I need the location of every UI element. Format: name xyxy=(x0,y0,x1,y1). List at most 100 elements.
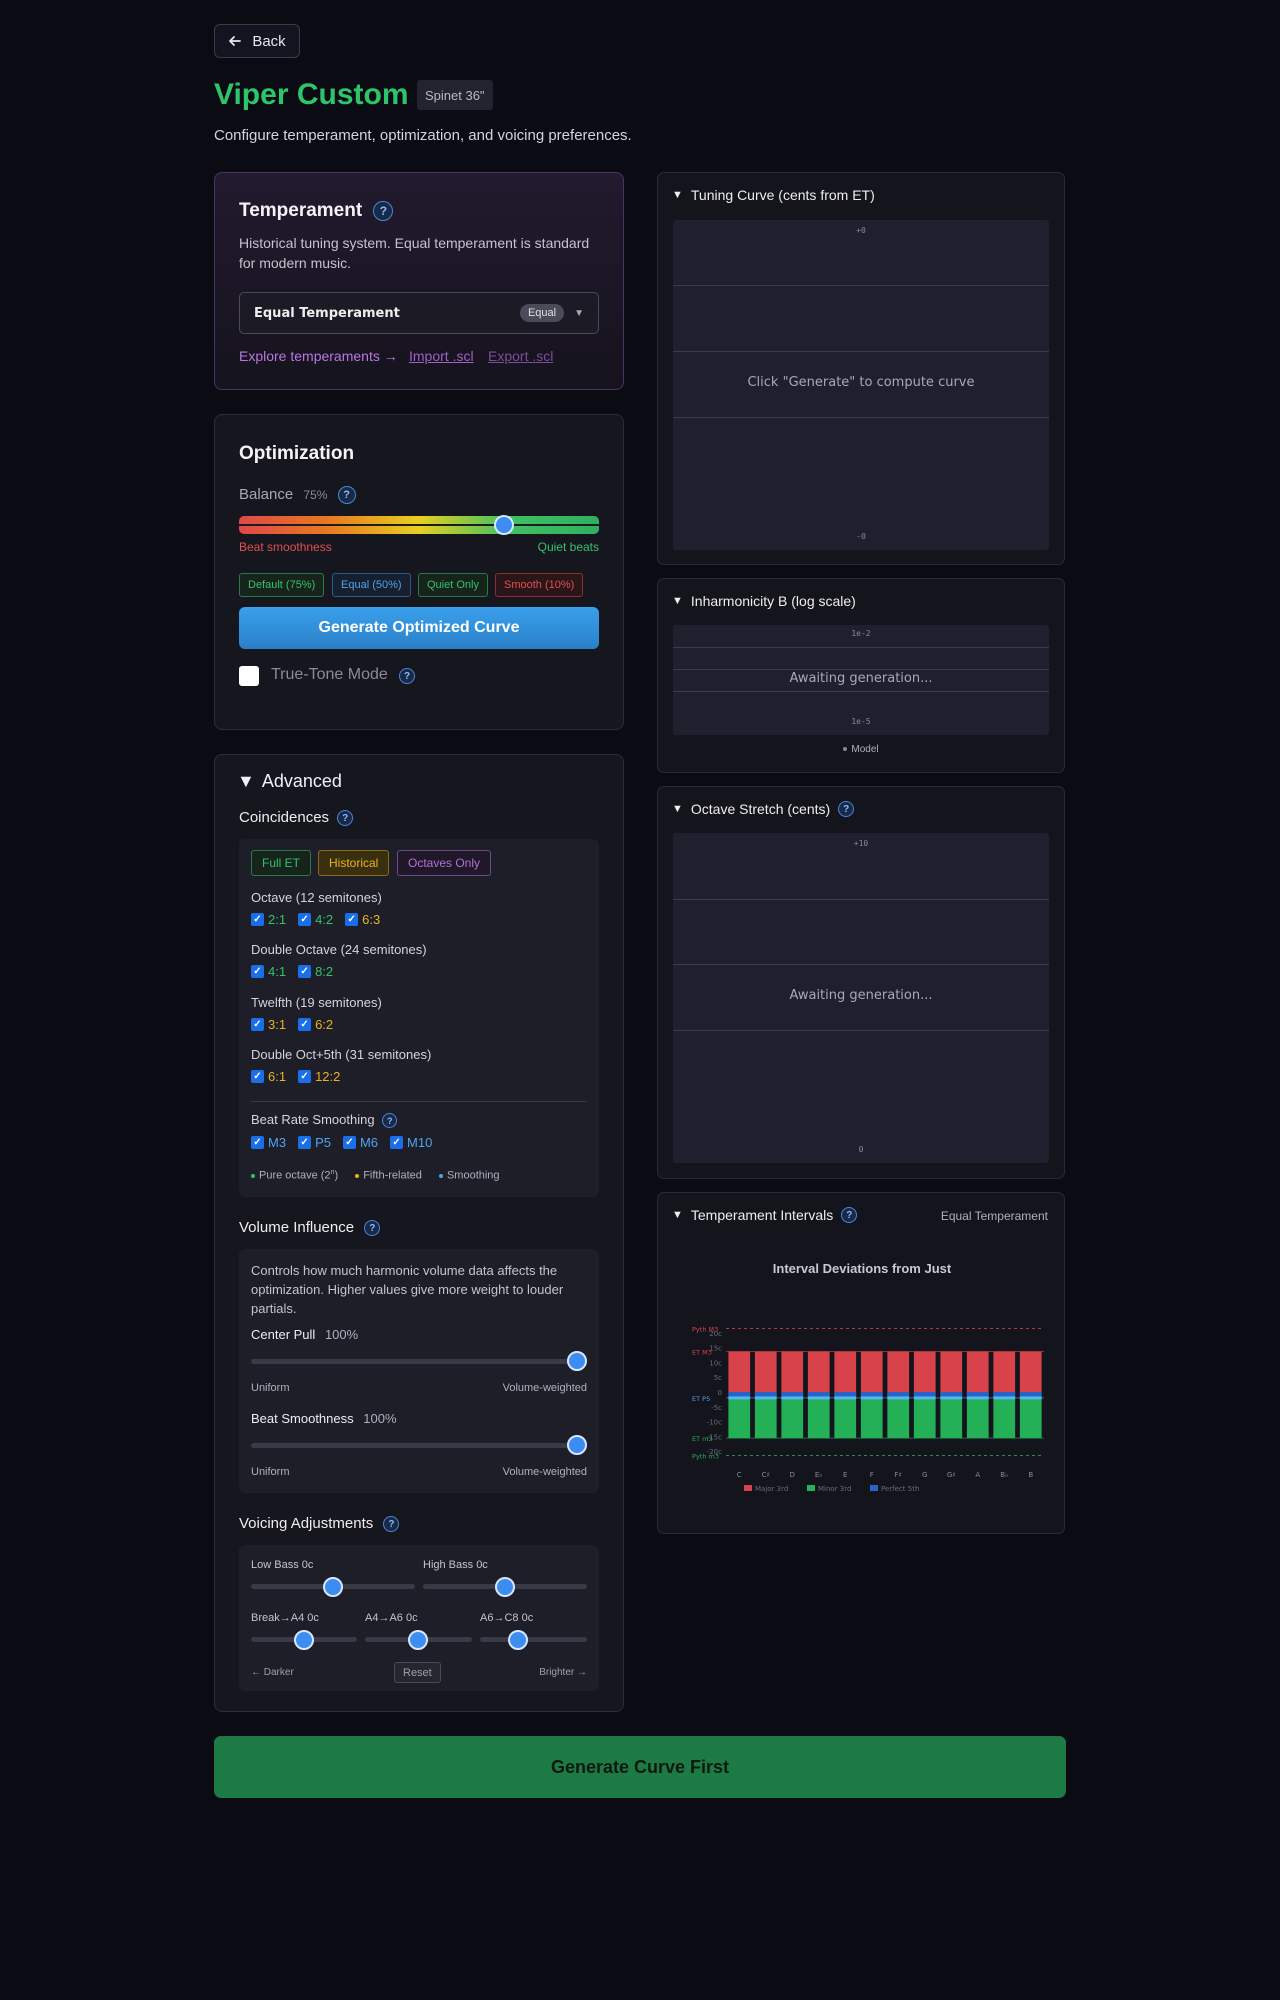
coincidence-checkbox[interactable]: ✓ 6:2 xyxy=(298,1017,333,1032)
break-a4-slider-thumb[interactable] xyxy=(294,1630,314,1650)
high-bass-slider-thumb[interactable] xyxy=(495,1577,515,1597)
p5-marker xyxy=(807,1396,830,1400)
volume-box: Controls how much harmonic volume data a… xyxy=(239,1249,599,1493)
beat-smoothness-slider-label: Beat Smoothness xyxy=(251,1411,354,1426)
legend-label: Minor 3rd xyxy=(818,1485,851,1493)
p5-marker xyxy=(834,1396,857,1400)
intervals-toggle[interactable]: ▼ Temperament Intervals ? xyxy=(672,1207,858,1223)
coincidence-checkbox[interactable]: ✓ 6:1 xyxy=(251,1069,286,1084)
piano-model-badge: Spinet 36" xyxy=(417,80,493,110)
help-icon[interactable]: ? xyxy=(337,810,354,827)
bar-major-3rd xyxy=(834,1351,857,1392)
bar-major-3rd xyxy=(993,1351,1016,1392)
help-icon[interactable]: ? xyxy=(337,486,356,505)
y-tick-label: 10c xyxy=(709,1359,722,1367)
generate-optimized-curve-button[interactable]: Generate Optimized Curve xyxy=(239,607,599,649)
bar-major-3rd xyxy=(1019,1351,1042,1392)
check-icon: ✓ xyxy=(251,1136,264,1149)
a6-c8-slider-thumb[interactable] xyxy=(508,1630,528,1650)
export-scl-link[interactable]: Export .scl xyxy=(488,348,553,364)
back-button[interactable]: Back xyxy=(214,24,300,58)
coincidence-checkbox[interactable]: ✓ 12:2 xyxy=(298,1069,340,1084)
preset-quiet-button[interactable]: Quiet Only xyxy=(418,573,488,597)
y-tick-label: -5c xyxy=(711,1404,722,1412)
help-icon[interactable]: ? xyxy=(399,668,415,684)
help-icon[interactable]: ? xyxy=(373,200,394,221)
beat-rate-checkbox[interactable]: ✓ M6 xyxy=(342,1135,378,1150)
help-icon[interactable]: ? xyxy=(364,1220,381,1237)
page-subtitle: Configure temperament, optimization, and… xyxy=(214,127,632,144)
voicing-box: Low Bass 0c High Bass 0c Break→A4 0c A4→… xyxy=(239,1545,599,1691)
a6-c8-slider-track[interactable] xyxy=(480,1637,587,1642)
reset-voicing-button[interactable]: Reset xyxy=(394,1662,441,1683)
advanced-toggle[interactable]: ▼ Advanced xyxy=(237,771,342,792)
help-icon[interactable]: ? xyxy=(841,1207,858,1223)
coincidence-checkbox[interactable]: ✓ 4:1 xyxy=(251,964,286,979)
coincidence-checkbox[interactable]: ✓ 2:1 xyxy=(251,912,286,927)
center-pull-value: 100% xyxy=(324,1327,359,1342)
explore-temperaments-link[interactable]: Explore temperaments → xyxy=(239,348,398,364)
center-pull-label: Center Pull xyxy=(251,1327,316,1342)
gridline xyxy=(673,691,1049,692)
beat-smoothness-slider-thumb[interactable] xyxy=(567,1435,587,1455)
x-tick-label: D xyxy=(790,1471,795,1479)
truetone-checkbox[interactable] xyxy=(239,666,259,686)
bar-major-3rd xyxy=(728,1351,751,1392)
beat-rate-checkbox[interactable]: ✓ M3 xyxy=(251,1135,286,1150)
beat-rate-checkbox[interactable]: ✓ P5 xyxy=(298,1135,331,1150)
a4-a6-slider-thumb[interactable] xyxy=(408,1630,428,1650)
octave-stretch-panel: ▼ Octave Stretch (cents) ? +10 Awaiting … xyxy=(657,786,1065,1179)
legend-swatch xyxy=(807,1485,815,1491)
x-tick-label: B xyxy=(1028,1471,1033,1479)
full-et-chip[interactable]: Full ET xyxy=(251,850,312,876)
temperament-type-badge: Equal xyxy=(519,304,565,322)
advanced-card: ▼ Advanced Coincidences ? Full ET Histor… xyxy=(214,754,624,1712)
p5-marker xyxy=(781,1396,804,1400)
temperament-card: Temperament ? Historical tuning system. … xyxy=(214,172,624,390)
tick-label: 1e-2 xyxy=(851,629,871,638)
generate-curve-first-button[interactable]: Generate Curve First xyxy=(214,1736,1066,1798)
coincidence-checkbox[interactable]: ✓ 3:1 xyxy=(251,1017,286,1032)
preset-default-button[interactable]: Default (75%) xyxy=(239,573,325,597)
preset-smooth-button[interactable]: Smooth (10%) xyxy=(495,573,584,597)
help-icon[interactable]: ? xyxy=(383,1516,400,1533)
ratio-label: 12:2 xyxy=(315,1069,341,1084)
coincidence-checkbox[interactable]: ✓ 6:3 xyxy=(345,912,380,927)
balance-value: 75% xyxy=(303,488,328,502)
octaves-only-chip[interactable]: Octaves Only xyxy=(397,850,492,876)
interval-label: M3 xyxy=(268,1135,287,1150)
beat-smoothness-slider-track[interactable] xyxy=(251,1443,587,1448)
preset-equal-button[interactable]: Equal (50%) xyxy=(332,573,411,597)
voicing-heading: Voicing Adjustments ? xyxy=(239,1515,400,1533)
temperament-select[interactable]: Equal Temperament Equal ▼ xyxy=(239,292,599,334)
bar-major-3rd xyxy=(860,1351,883,1392)
help-icon[interactable]: ? xyxy=(382,1113,398,1129)
coincidence-checkbox[interactable]: ✓ 8:2 xyxy=(298,964,333,979)
center-pull-slider-track[interactable] xyxy=(251,1359,587,1364)
legend-dot xyxy=(843,747,848,752)
historical-chip[interactable]: Historical xyxy=(318,850,390,876)
back-label: Back xyxy=(252,32,286,50)
center-pull-max-label: Volume-weighted xyxy=(502,1382,587,1394)
balance-slider-track[interactable] xyxy=(239,516,599,534)
balance-label: Balance xyxy=(239,486,294,503)
beat-smoothness-max-label: Volume-weighted xyxy=(502,1466,587,1478)
octave-stretch-toggle[interactable]: ▼ Octave Stretch (cents) ? xyxy=(672,801,855,817)
low-bass-slider-thumb[interactable] xyxy=(323,1577,343,1597)
p5-marker xyxy=(913,1396,936,1400)
divider xyxy=(251,1101,587,1102)
center-pull-slider-thumb[interactable] xyxy=(567,1351,587,1371)
help-icon[interactable]: ? xyxy=(838,801,855,817)
group-double-oct-fifth-checkboxes: ✓ 6:1 ✓ 12:2 xyxy=(251,1069,340,1084)
balance-slider-thumb[interactable] xyxy=(494,515,514,535)
group-double-oct-fifth-label: Double Oct+5th (31 semitones) xyxy=(251,1047,432,1062)
coincidence-checkbox[interactable]: ✓ 4:2 xyxy=(298,912,333,927)
beat-rate-checkbox[interactable]: ✓ M10 xyxy=(390,1135,432,1150)
check-icon: ✓ xyxy=(345,913,359,926)
tuning-curve-toggle[interactable]: ▼ Tuning Curve (cents from ET) xyxy=(672,187,875,203)
gridline xyxy=(673,647,1049,648)
quiet-beats-label: Quiet beats xyxy=(537,540,599,554)
inharmonicity-toggle[interactable]: ▼ Inharmonicity B (log scale) xyxy=(672,593,856,609)
import-scl-link[interactable]: Import .scl xyxy=(409,348,474,364)
group-twelfth-label: Twelfth (19 semitones) xyxy=(251,995,382,1010)
